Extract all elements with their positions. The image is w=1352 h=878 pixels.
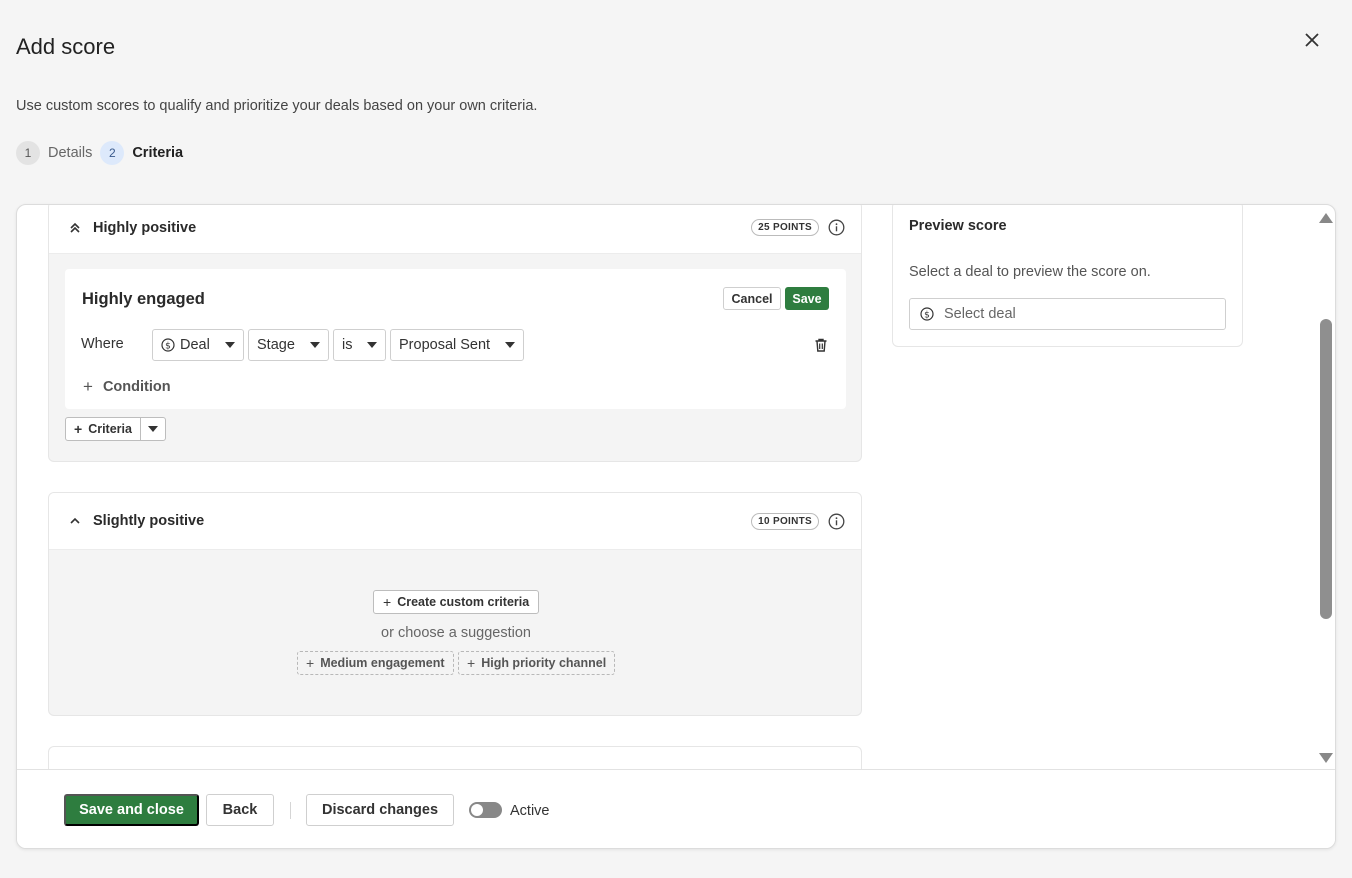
- discard-changes-button[interactable]: Discard changes: [306, 794, 454, 826]
- preview-score-card: Preview score Select a deal to preview t…: [892, 205, 1243, 347]
- footer-bar: Save and close Back Discard changes Acti…: [17, 769, 1335, 848]
- back-button[interactable]: Back: [206, 794, 274, 826]
- plus-icon: +: [83, 377, 93, 396]
- operator-value: is: [342, 337, 353, 353]
- svg-text:$: $: [924, 310, 930, 320]
- divider: [290, 802, 291, 819]
- plus-icon: +: [467, 655, 476, 671]
- info-icon[interactable]: [827, 512, 845, 530]
- save-button[interactable]: Save: [785, 287, 829, 310]
- criteria-card: Highly engaged Cancel Save Where $ Deal …: [65, 269, 846, 409]
- add-criteria-label: Criteria: [88, 422, 132, 436]
- scroll-up-icon[interactable]: [1319, 213, 1333, 223]
- create-custom-criteria-button[interactable]: + Create custom criteria: [373, 590, 540, 614]
- plus-icon: +: [306, 655, 315, 671]
- close-button[interactable]: [1300, 28, 1324, 52]
- caret-down-icon: [225, 342, 235, 348]
- section-title: Slightly positive: [93, 513, 205, 529]
- add-criteria-button[interactable]: + Criteria: [66, 418, 141, 440]
- field-select[interactable]: Stage: [248, 329, 329, 361]
- cancel-button[interactable]: Cancel: [723, 287, 781, 310]
- add-criteria-split-button: + Criteria: [65, 417, 166, 441]
- step-2-label[interactable]: Criteria: [132, 145, 183, 161]
- step-1-number: 1: [16, 141, 40, 165]
- operator-select[interactable]: is: [333, 329, 386, 361]
- dialog-title: Add score: [16, 34, 116, 59]
- select-deal-input[interactable]: $ Select deal: [909, 298, 1226, 330]
- criteria-panel: Highly positive 25 POINTS Highly engaged…: [16, 204, 1336, 849]
- dialog-subtitle: Use custom scores to qualify and priorit…: [16, 98, 538, 114]
- suggestion-medium-engagement[interactable]: + Medium engagement: [297, 651, 454, 675]
- scrollbar-thumb[interactable]: [1320, 319, 1332, 619]
- scroll-down-icon[interactable]: [1319, 753, 1333, 763]
- active-toggle[interactable]: [469, 802, 502, 818]
- caret-down-icon: [310, 342, 320, 348]
- scroll-area: Highly positive 25 POINTS Highly engaged…: [17, 205, 1335, 769]
- toggle-knob: [471, 804, 483, 816]
- preview-title: Preview score: [909, 218, 1007, 234]
- object-value: Deal: [180, 337, 210, 353]
- suggestion-label: Medium engagement: [320, 656, 445, 670]
- points-badge: 10 POINTS: [751, 512, 819, 530]
- active-label: Active: [510, 803, 550, 819]
- plus-icon: +: [74, 421, 83, 437]
- suggestion-label: High priority channel: [481, 656, 607, 670]
- where-label: Where: [81, 336, 124, 352]
- chevron-up-icon[interactable]: [69, 514, 83, 528]
- svg-text:$: $: [165, 341, 171, 351]
- value-text: Proposal Sent: [399, 337, 491, 353]
- stepper: 1 Details 2 Criteria: [16, 141, 191, 165]
- criteria-dropdown-button[interactable]: [141, 418, 165, 440]
- step-1-label[interactable]: Details: [48, 145, 92, 161]
- dollar-icon: $: [161, 338, 175, 352]
- select-deal-placeholder: Select deal: [944, 306, 1016, 322]
- preview-description: Select a deal to preview the score on.: [909, 264, 1151, 280]
- section-next-partial: [48, 746, 862, 769]
- trash-icon[interactable]: [813, 337, 829, 353]
- add-condition-button[interactable]: + Condition: [83, 377, 171, 397]
- criteria-name: Highly engaged: [82, 290, 205, 308]
- plus-icon: +: [383, 594, 392, 610]
- info-icon[interactable]: [827, 219, 845, 237]
- section-highly-positive: Highly positive 25 POINTS Highly engaged…: [48, 205, 862, 462]
- caret-down-icon: [147, 426, 158, 432]
- field-value: Stage: [257, 337, 295, 353]
- scrollbar[interactable]: [1317, 209, 1333, 765]
- suggestion-hint: or choose a suggestion: [381, 625, 531, 641]
- section-title: Highly positive: [93, 219, 197, 236]
- save-and-close-button[interactable]: Save and close: [64, 794, 199, 826]
- section-slightly-positive: Slightly positive 10 POINTS + Create cus…: [48, 492, 862, 716]
- suggestion-high-priority-channel[interactable]: + High priority channel: [458, 651, 616, 675]
- double-chevron-up-icon[interactable]: [69, 221, 83, 235]
- object-select[interactable]: $ Deal: [152, 329, 244, 361]
- dollar-icon: $: [920, 307, 934, 321]
- step-2-number: 2: [100, 141, 125, 165]
- value-select[interactable]: Proposal Sent: [390, 329, 524, 361]
- points-badge: 25 POINTS: [751, 219, 819, 236]
- section-header[interactable]: Slightly positive 10 POINTS: [49, 493, 861, 550]
- caret-down-icon: [367, 342, 377, 348]
- close-icon: [1305, 33, 1319, 47]
- caret-down-icon: [505, 342, 515, 348]
- section-header[interactable]: Highly positive 25 POINTS: [49, 205, 861, 254]
- add-condition-label: Condition: [102, 379, 171, 395]
- create-custom-criteria-label: Create custom criteria: [397, 595, 530, 609]
